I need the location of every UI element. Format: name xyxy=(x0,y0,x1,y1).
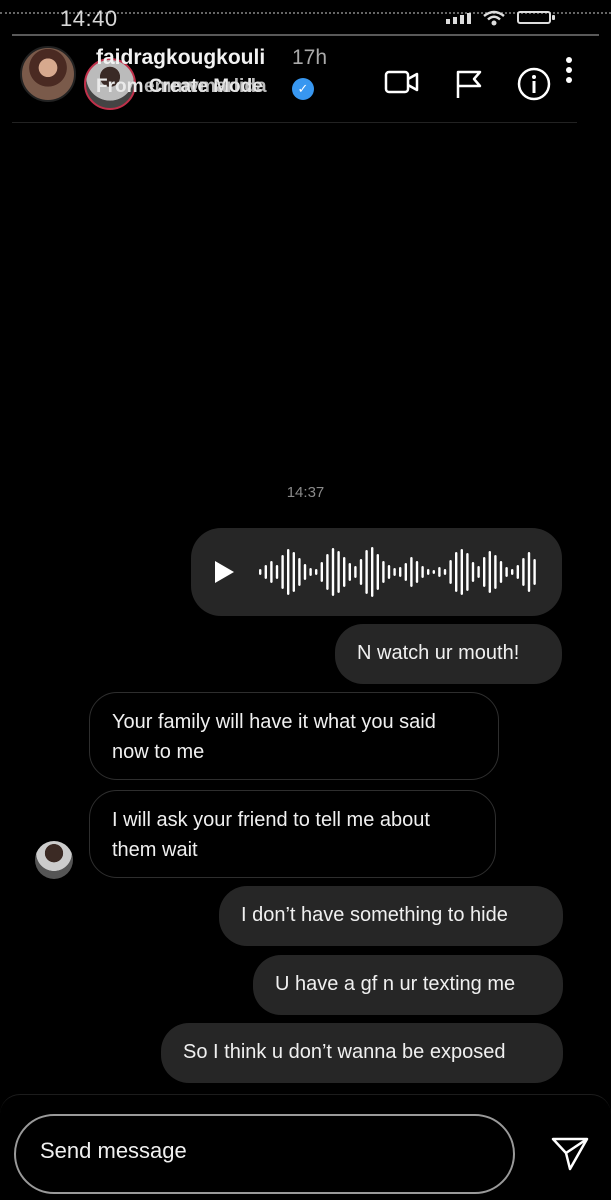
author-avatar[interactable] xyxy=(20,46,76,102)
waveform-bar xyxy=(471,562,475,582)
waveform-bar xyxy=(483,557,486,587)
waveform-bar xyxy=(393,568,396,576)
waveform-bar xyxy=(371,547,374,597)
send-paper-plane-icon[interactable] xyxy=(550,1136,590,1172)
waveform-bar xyxy=(315,569,318,575)
wifi-icon xyxy=(483,10,505,26)
waveform-bar xyxy=(522,558,525,586)
story-subtitle: From Create Mode emmvmarlida xyxy=(96,76,267,98)
waveform-bar xyxy=(337,551,340,593)
waveform-bar xyxy=(427,569,430,575)
waveform-bar xyxy=(432,570,435,574)
waveform-bar xyxy=(494,555,497,589)
more-vertical-icon[interactable] xyxy=(564,56,574,86)
waveform-bar xyxy=(421,566,424,578)
waveform-bar xyxy=(505,567,508,577)
status-bar: 14:40 xyxy=(0,0,611,36)
waveform-bar xyxy=(331,548,335,596)
play-icon[interactable] xyxy=(215,561,234,583)
voice-message[interactable] xyxy=(191,528,562,616)
story-header: faidragkougkouli 17h From Create Mode em… xyxy=(0,44,611,124)
story-progress-bar xyxy=(12,34,599,36)
waveform-bar xyxy=(516,565,519,579)
waveform-bar xyxy=(303,564,307,580)
signal-icon xyxy=(446,13,471,24)
waveform-bar xyxy=(287,549,290,595)
waveform-bar xyxy=(438,567,441,577)
mentioned-username[interactable]: emmvmarlida xyxy=(144,76,267,98)
waveform-bar xyxy=(499,561,503,583)
waveform-bar xyxy=(511,569,514,575)
waveform-bar xyxy=(488,551,491,593)
waveform-bar xyxy=(382,561,385,583)
waveform-bar xyxy=(298,558,301,586)
waveform-bar xyxy=(387,565,391,579)
author-username[interactable]: faidragkougkouli xyxy=(96,46,265,70)
battery-icon xyxy=(517,11,555,24)
message-bubble-out[interactable]: I don’t have something to hide xyxy=(219,886,563,946)
waveform-bar xyxy=(415,561,419,583)
waveform-bar xyxy=(264,565,267,579)
waveform-bar xyxy=(455,552,458,592)
post-time-ago: 17h xyxy=(292,46,328,69)
waveform-bar xyxy=(460,549,463,595)
flag-icon[interactable] xyxy=(454,68,484,100)
chat-timestamp: 14:37 xyxy=(286,484,325,501)
waveform-bar xyxy=(365,550,368,594)
verified-badge-icon: ✓ xyxy=(292,78,314,100)
waveform-bar xyxy=(309,568,312,576)
waveform-bar xyxy=(449,560,452,584)
message-bubble-out[interactable]: N watch ur mouth! xyxy=(335,624,562,684)
waveform-bar xyxy=(410,557,413,587)
message-bubble-in[interactable]: Your family will have it what you said n… xyxy=(89,692,499,780)
waveform-bar xyxy=(270,561,273,583)
send-message-box[interactable] xyxy=(14,1114,515,1194)
waveform-bar xyxy=(275,565,279,579)
audio-waveform xyxy=(259,547,536,597)
video-camera-icon[interactable] xyxy=(384,68,420,96)
sender-avatar[interactable] xyxy=(35,841,73,879)
waveform-bar xyxy=(359,559,363,585)
waveform-bar xyxy=(533,559,536,585)
waveform-bar xyxy=(343,557,346,587)
waveform-bar xyxy=(527,552,531,592)
waveform-bar xyxy=(404,563,407,581)
status-time: 14:40 xyxy=(60,6,118,31)
waveform-bar xyxy=(281,555,284,589)
message-bubble-out[interactable]: U have a gf n ur texting me xyxy=(253,955,563,1015)
waveform-bar xyxy=(348,563,351,581)
send-message-input[interactable] xyxy=(40,1138,480,1164)
waveform-bar xyxy=(443,569,447,575)
info-icon[interactable] xyxy=(516,66,552,102)
message-bubble-out[interactable]: So I think u don’t wanna be exposed xyxy=(161,1023,563,1083)
waveform-bar xyxy=(326,554,329,590)
waveform-bar xyxy=(477,566,480,578)
header-divider xyxy=(12,122,577,123)
composer-edge xyxy=(0,1094,611,1114)
waveform-bar xyxy=(292,552,295,592)
waveform-bar xyxy=(354,566,357,578)
waveform-bar xyxy=(466,553,469,591)
waveform-bar xyxy=(259,569,262,575)
message-bubble-in[interactable]: I will ask your friend to tell me about … xyxy=(89,790,496,878)
waveform-bar xyxy=(399,567,402,577)
waveform-bar xyxy=(376,554,379,590)
waveform-bar xyxy=(320,562,323,582)
